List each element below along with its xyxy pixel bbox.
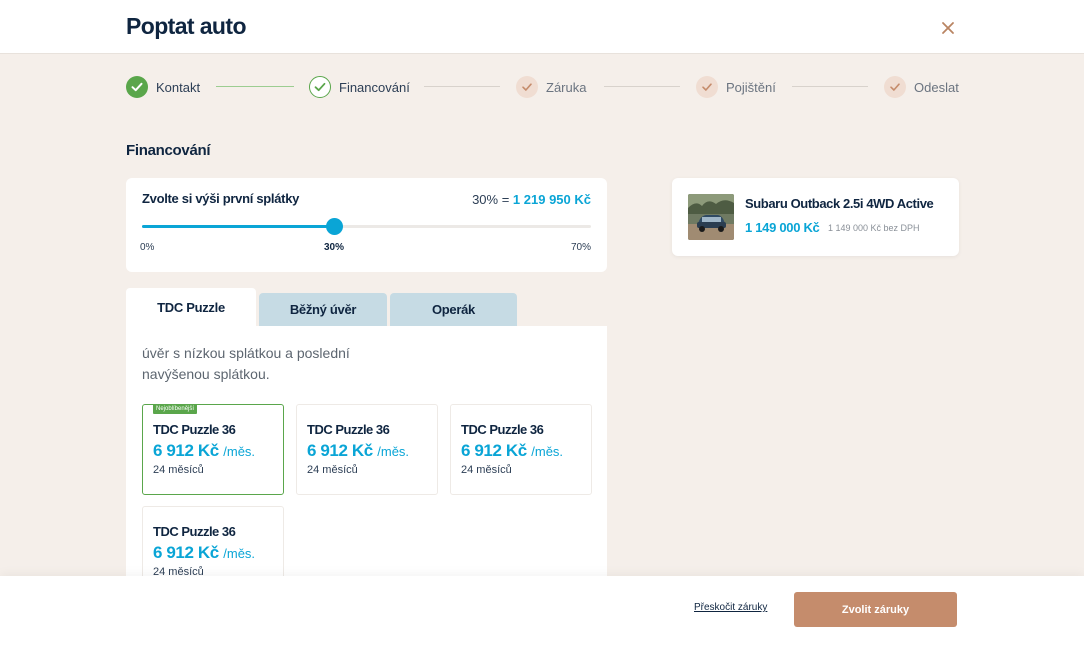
product-description: úvěr s nízkou splátkou a poslední navýše…	[142, 345, 350, 382]
step-label: Odeslat	[914, 79, 959, 95]
step-connector	[792, 86, 868, 87]
section-title: Financování	[126, 142, 211, 159]
close-icon[interactable]	[937, 17, 959, 39]
car-price-net: 1 149 000 Kč bez DPH	[828, 223, 920, 233]
down-payment-slider[interactable]	[142, 218, 591, 235]
slider-current-label: 30%	[324, 242, 345, 253]
down-payment-percent: 30% =	[472, 192, 510, 207]
step-kontakt[interactable]: Kontakt	[126, 74, 200, 100]
step-connector	[216, 86, 294, 87]
step-connector	[424, 86, 500, 87]
car-thumbnail	[688, 194, 734, 240]
offer-duration: 24 měsíců	[461, 464, 512, 476]
check-icon	[696, 76, 718, 98]
down-payment-value: 30% = 1 219 950 Kč	[472, 192, 591, 207]
step-zaruka[interactable]: Záruka	[516, 74, 586, 100]
tab-operak[interactable]: Operák	[390, 293, 517, 326]
offer-price-value: 6 912 Kč	[153, 441, 219, 460]
slider-min-label: 0%	[140, 242, 155, 253]
slider-thumb[interactable]	[326, 218, 343, 235]
footer-bar: Přeskočit záruky Zvolit záruky	[0, 576, 1084, 649]
offer-price-unit: /měs.	[223, 546, 256, 561]
popular-badge: Nejoblíbenější	[153, 404, 198, 414]
offer-price-value: 6 912 Kč	[461, 441, 527, 460]
step-label: Pojištění	[726, 79, 776, 95]
offer-price: 6 912 Kč /měs.	[307, 441, 409, 461]
offer-price-unit: /měs.	[531, 444, 564, 459]
step-odeslat[interactable]: Odeslat	[884, 74, 959, 100]
header: Poptat auto	[0, 0, 1084, 54]
tab-bezny-uver[interactable]: Běžný úvěr	[259, 293, 387, 326]
offer-card[interactable]: TDC Puzzle 36 6 912 Kč /měs. 24 měsíců	[450, 404, 592, 495]
down-payment-question: Zvolte si výši první splátky	[142, 191, 300, 206]
progress-stepper: Kontakt Financování Záruka Pojištění Ode…	[126, 74, 959, 100]
offer-card[interactable]: Nejoblíbenější TDC Puzzle 36 6 912 Kč /m…	[142, 404, 284, 495]
offer-price: 6 912 Kč /měs.	[461, 441, 563, 461]
step-label: Záruka	[546, 79, 587, 95]
check-icon	[516, 76, 538, 98]
car-name: Subaru Outback 2.5i 4WD Active	[745, 196, 934, 211]
step-connector	[604, 86, 680, 87]
offer-name: TDC Puzzle 36	[307, 422, 390, 437]
step-pojisteni[interactable]: Pojištění	[696, 74, 776, 100]
check-icon	[309, 76, 331, 98]
choose-warranty-button[interactable]: Zvolit záruky	[794, 592, 957, 627]
step-label: Kontakt	[156, 79, 201, 95]
offer-card[interactable]: TDC Puzzle 36 6 912 Kč /měs. 24 měsíců	[296, 404, 438, 495]
step-financovani[interactable]: Financování	[309, 74, 410, 100]
slider-max-label: 70%	[570, 242, 591, 253]
page-title: Poptat auto	[126, 13, 246, 39]
offer-name: TDC Puzzle 36	[461, 422, 544, 437]
offer-price-unit: /měs.	[223, 444, 256, 459]
step-label: Financování	[339, 79, 410, 95]
offer-duration: 24 měsíců	[307, 464, 358, 476]
offer-card[interactable]: TDC Puzzle 36 6 912 Kč /měs. 24 měsíců	[142, 506, 284, 586]
down-payment-card: Zvolte si výši první splátky 30% = 1 219…	[126, 178, 607, 272]
offer-price-value: 6 912 Kč	[153, 543, 219, 562]
down-payment-amount: 1 219 950 Kč	[512, 192, 591, 207]
offer-price-value: 6 912 Kč	[307, 441, 373, 460]
check-icon	[884, 76, 906, 98]
skip-warranty-link[interactable]: Přeskočit záruky	[694, 602, 767, 613]
slider-fill	[142, 225, 334, 228]
car-price: 1 149 000 Kč	[745, 220, 820, 235]
tab-tdc-puzzle[interactable]: TDC Puzzle	[126, 288, 256, 326]
financing-tabs: TDC Puzzle Běžný úvěr Operák	[126, 288, 607, 326]
offer-duration: 24 měsíců	[153, 464, 204, 476]
offer-name: TDC Puzzle 36	[153, 422, 236, 437]
offer-price: 6 912 Kč /měs.	[153, 543, 255, 563]
check-icon	[126, 76, 148, 98]
tab-panel: úvěr s nízkou splátkou a poslední navýše…	[126, 326, 607, 586]
offer-price: 6 912 Kč /měs.	[153, 441, 255, 461]
offer-name: TDC Puzzle 36	[153, 524, 236, 539]
offer-price-unit: /měs.	[377, 444, 410, 459]
car-summary-card: Subaru Outback 2.5i 4WD Active 1 149 000…	[672, 178, 959, 256]
